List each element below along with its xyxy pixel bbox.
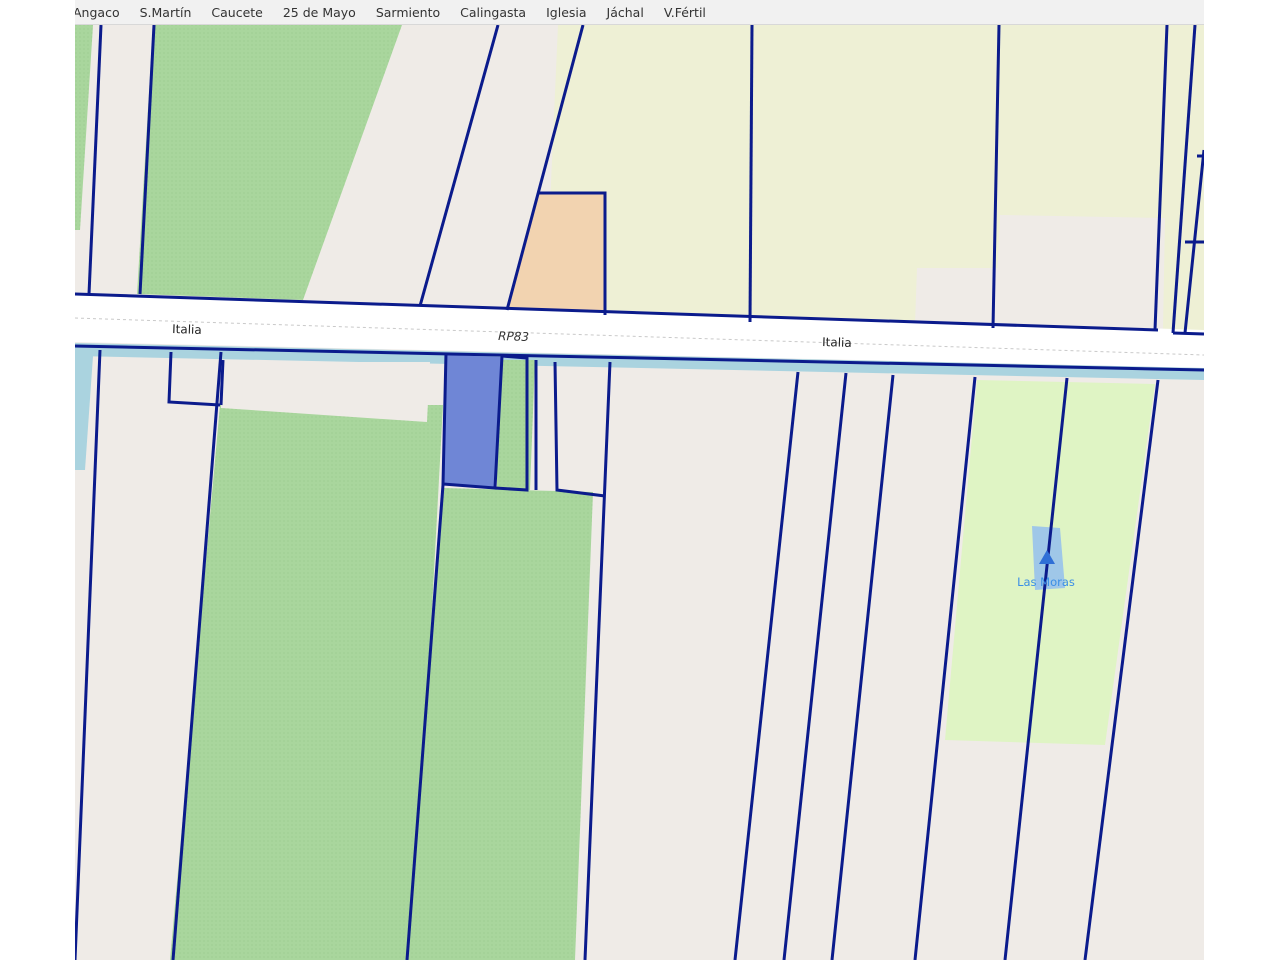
dept-link-sarmiento[interactable]: Sarmiento bbox=[366, 5, 450, 20]
dept-link-calingasta[interactable]: Calingasta bbox=[450, 5, 536, 20]
department-toolbar: Angaco S.Martín Caucete 25 de Mayo Sarmi… bbox=[75, 0, 1204, 25]
dept-link-iglesia[interactable]: Iglesia bbox=[536, 5, 596, 20]
road-ref-label: RP83 bbox=[498, 329, 529, 344]
dept-link-san-martin[interactable]: S.Martín bbox=[130, 5, 202, 20]
dept-link-angaco[interactable]: Angaco bbox=[75, 5, 130, 20]
road-label-right: Italia bbox=[822, 335, 852, 350]
selected-parcel[interactable] bbox=[443, 355, 502, 487]
map-viewport[interactable]: Italia RP83 Italia Las Moras Angaco S.Ma… bbox=[75, 0, 1204, 960]
dept-link-25-de-mayo[interactable]: 25 de Mayo bbox=[273, 5, 366, 20]
map-canvas[interactable]: Italia RP83 Italia Las Moras bbox=[75, 0, 1204, 960]
dept-link-caucete[interactable]: Caucete bbox=[201, 5, 272, 20]
residential-area bbox=[995, 215, 1165, 330]
dept-link-jachal[interactable]: Jáchal bbox=[597, 5, 654, 20]
dept-link-valle-fertil[interactable]: V.Fértil bbox=[654, 5, 716, 20]
residential-area bbox=[915, 268, 1000, 326]
poi-label: Las Moras bbox=[1017, 575, 1075, 589]
vineyard-area bbox=[497, 360, 535, 490]
road-label-left: Italia bbox=[172, 322, 202, 337]
